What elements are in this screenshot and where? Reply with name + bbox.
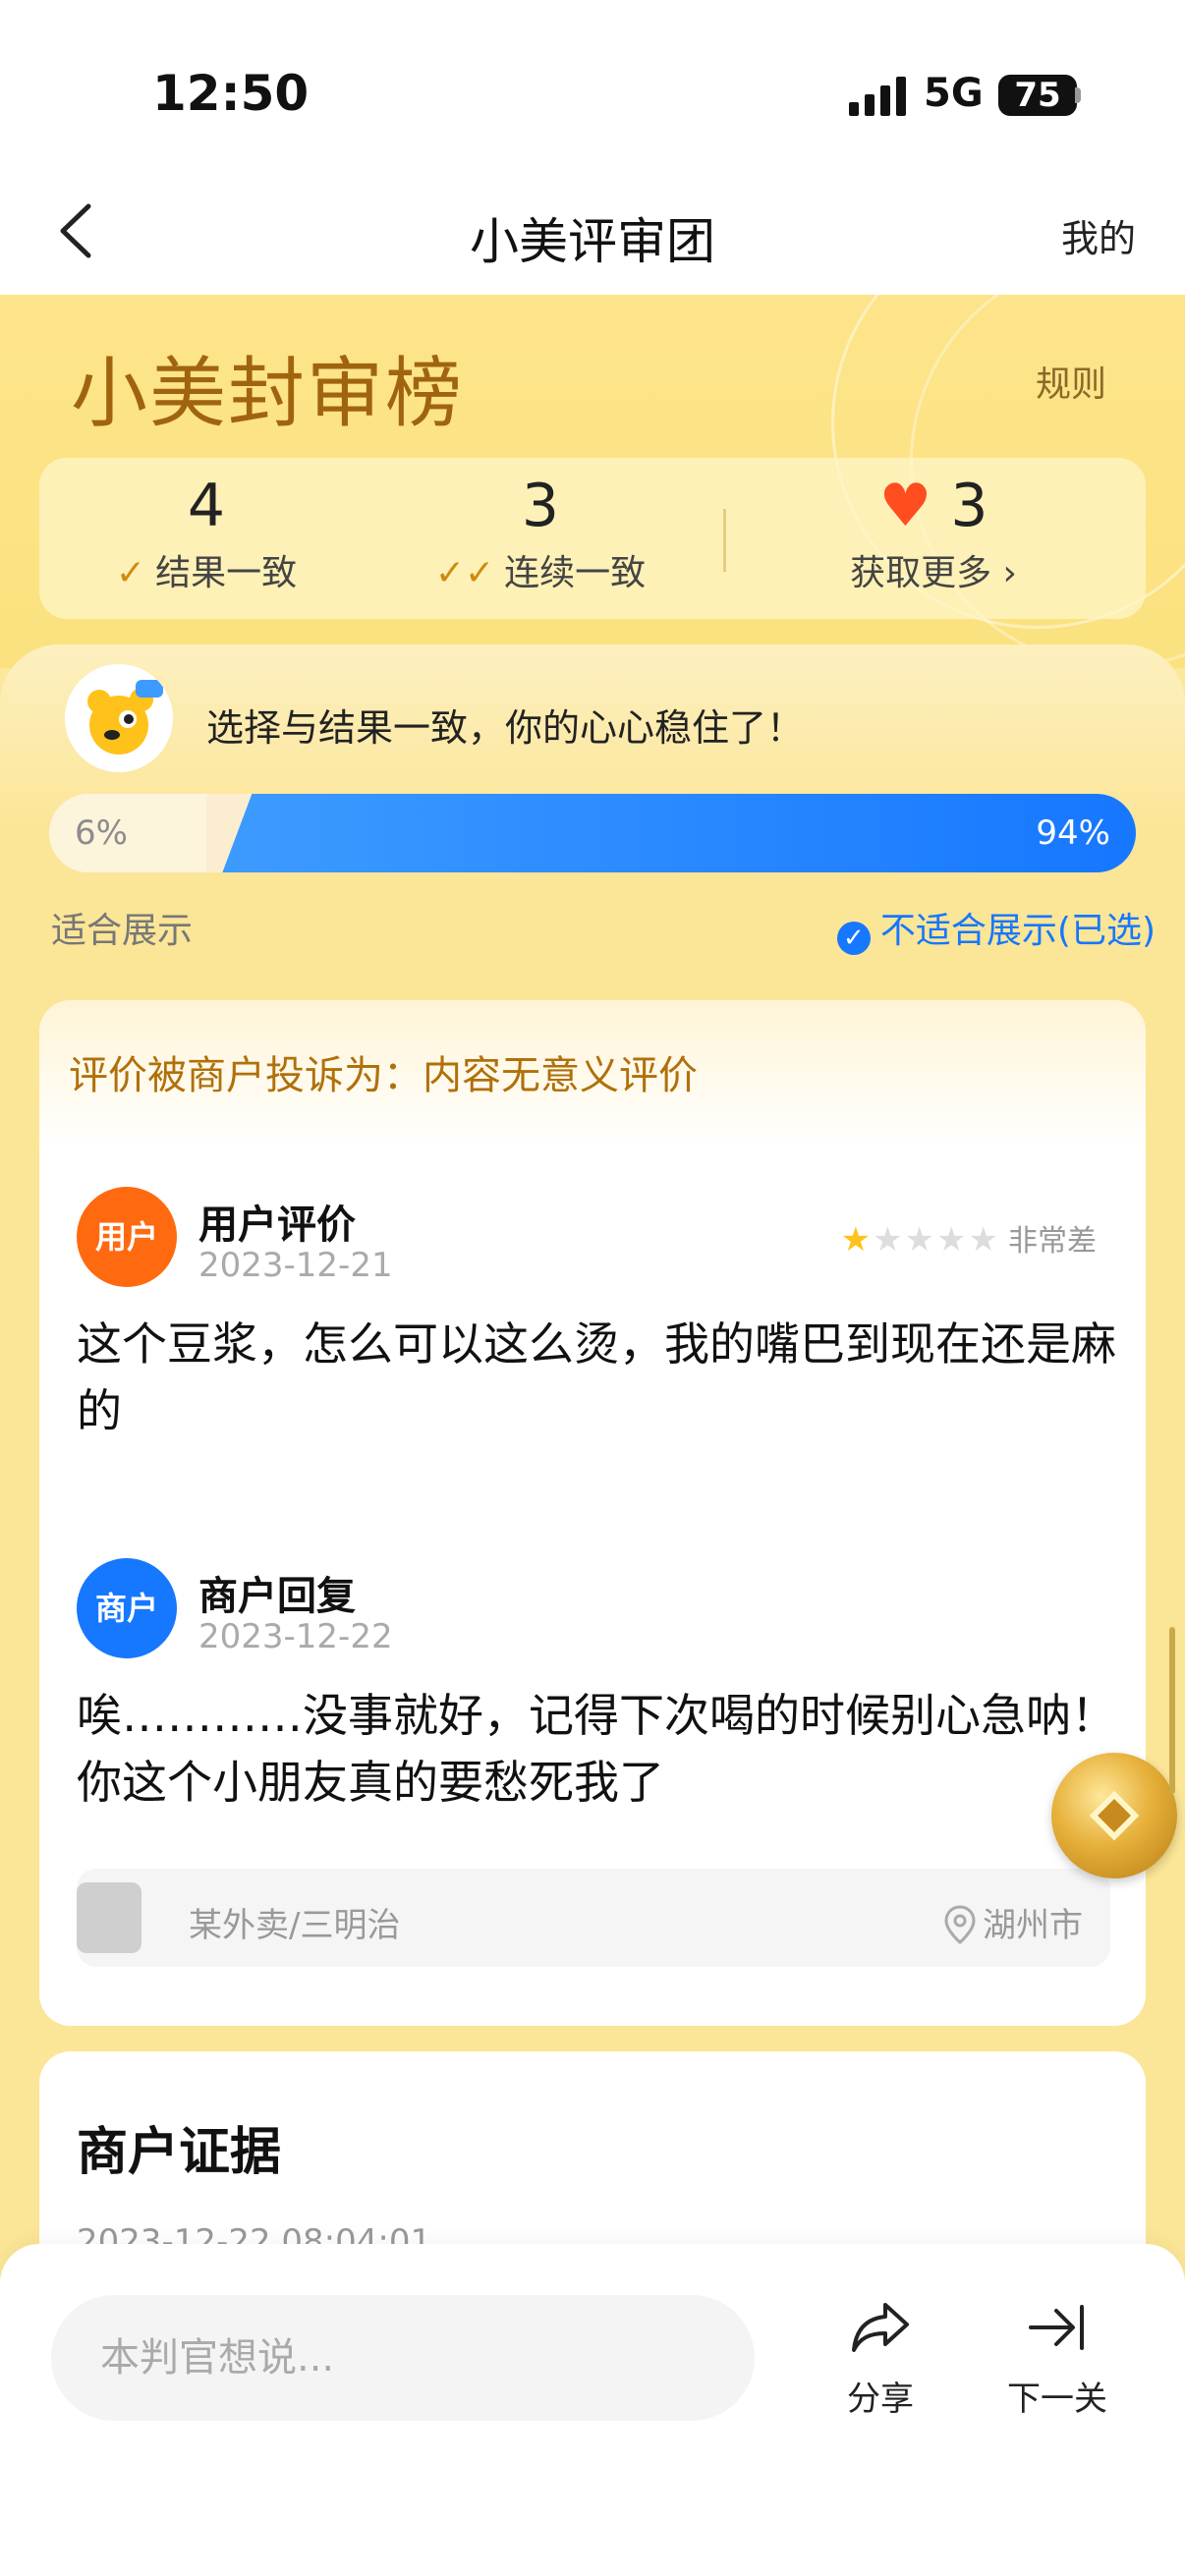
star-icon: ★: [936, 1220, 969, 1260]
comment-input[interactable]: [100, 2328, 709, 2387]
next-icon: [1029, 2305, 1084, 2350]
chevron-right-icon: ›: [991, 553, 1017, 593]
coin-hole: [1089, 1790, 1140, 1841]
reply-author: 商户回复: [198, 1574, 356, 1619]
stat-label: 获取更多: [850, 553, 992, 593]
review-author: 用户评价: [198, 1203, 356, 1248]
stat-label: 结果一致: [155, 553, 298, 593]
stat-value: 3: [950, 472, 988, 540]
rules-link[interactable]: 规则: [1036, 356, 1106, 407]
stat-streak: 3 ✓✓ 连续一致: [373, 458, 707, 619]
scrollbar[interactable]: [1169, 1627, 1175, 1794]
vote-progress-bar: 6% 94%: [49, 794, 1136, 872]
stat-value: 3: [521, 472, 560, 540]
result-tip: 选择与结果一致，你的心心稳住了！: [206, 706, 805, 750]
stat-hearts[interactable]: ♥ 3 获取更多 ›: [737, 458, 1130, 619]
reply-text: 唉…………没事就好，记得下次喝的时候别心急呐！你这个小朋友真的要愁死我了: [77, 1689, 1116, 1809]
status-bar: 12:50 5G 75: [0, 0, 1185, 167]
share-icon: [852, 2303, 909, 2352]
next-level-button[interactable]: 下一关: [988, 2293, 1126, 2420]
check-icon: ✓: [115, 553, 146, 593]
stat-label-row: ✓ 结果一致: [39, 544, 373, 595]
shop-thumbnail: [77, 1882, 141, 1953]
location-pin-icon: [944, 1905, 976, 1944]
network-type: 5G: [924, 71, 984, 116]
option-suitable[interactable]: 适合展示: [51, 902, 193, 953]
next-label: 下一关: [1007, 2380, 1107, 2419]
shop-location: 湖州市: [943, 1898, 1083, 1946]
complaint-text: 评价被商户投诉为：内容无意义评价: [69, 1053, 698, 1098]
option-unsuitable-label: 不适合展示(已选): [879, 911, 1156, 951]
signal-icon: [849, 77, 906, 116]
complaint-header: 评价被商户投诉为：内容无意义评价: [39, 1000, 1146, 1148]
user-badge: 用户: [77, 1187, 177, 1287]
shop-info[interactable]: 某外卖/三明治 湖州市: [77, 1869, 1110, 1967]
share-label: 分享: [847, 2380, 914, 2419]
banner-title: 小美封审榜: [71, 350, 465, 438]
stat-value-row: ♥ 3: [737, 472, 1130, 540]
evidence-title: 商户证据: [77, 2123, 282, 2182]
stat-label-row: ✓✓ 连续一致: [373, 544, 707, 595]
star-icon: ★: [873, 1220, 905, 1260]
banner: 小美封审榜 规则 4 ✓ 结果一致 3 ✓✓ 连续一致 ♥ 3 获取更多 ›: [0, 295, 1185, 668]
rating-label: 非常差: [1008, 1224, 1097, 1259]
double-check-icon: ✓✓: [434, 553, 495, 593]
merchant-badge: 商户: [77, 1558, 177, 1658]
stat-label: 连续一致: [504, 553, 647, 593]
divider: [723, 509, 726, 572]
stats-panel: 4 ✓ 结果一致 3 ✓✓ 连续一致 ♥ 3 获取更多 ›: [39, 458, 1146, 619]
reply-date: 2023-12-22: [198, 1617, 393, 1656]
shop-name: 某外卖/三明治: [189, 1906, 401, 1945]
left-percent: 6%: [75, 813, 128, 853]
comment-box[interactable]: [51, 2295, 755, 2421]
star-icon: ★: [904, 1220, 937, 1260]
battery-tip: [1075, 87, 1081, 103]
coin-icon[interactable]: [1051, 1753, 1177, 1878]
mascot-icon: [87, 680, 163, 755]
battery-icon: 75: [998, 75, 1077, 116]
share-button[interactable]: 分享: [812, 2293, 949, 2420]
option-unsuitable[interactable]: ✓ 不适合展示(已选): [836, 902, 1156, 955]
status-time: 12:50: [152, 65, 310, 122]
rating-stars: ★★★★★ 非常差: [841, 1216, 1097, 1260]
review-date: 2023-12-21: [198, 1246, 393, 1285]
mascot-avatar: [65, 664, 173, 772]
stat-consistent: 4 ✓ 结果一致: [39, 458, 373, 619]
stat-label-row: 获取更多 ›: [737, 544, 1130, 595]
star-icon: ★: [840, 1220, 874, 1260]
mine-link[interactable]: 我的: [1061, 208, 1136, 262]
heart-icon: ♥: [878, 472, 932, 540]
check-circle-icon: ✓: [836, 922, 871, 955]
bottom-bar: 分享 下一关: [0, 2244, 1185, 2576]
nav-bar: 小美评审团 我的: [0, 167, 1185, 295]
page-title: 小美评审团: [470, 213, 715, 270]
bar-right-segment: 94%: [222, 794, 1136, 872]
stat-value: 4: [187, 472, 226, 540]
star-icon: ★: [968, 1220, 1000, 1260]
case-card: 评价被商户投诉为：内容无意义评价 用户 用户评价 2023-12-21 ★★★★…: [39, 1000, 1146, 2026]
right-percent: 94%: [1036, 813, 1110, 853]
shop-location-label: 湖州市: [983, 1906, 1083, 1945]
review-text: 这个豆浆，怎么可以这么烫，我的嘴巴到现在还是麻的: [77, 1317, 1116, 1437]
bar-left-segment: [49, 794, 207, 872]
